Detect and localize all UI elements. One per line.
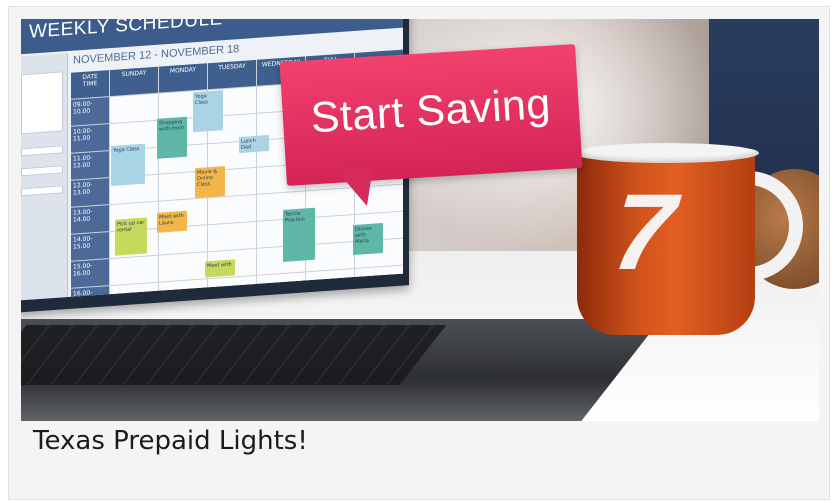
callout-tail [337,167,377,209]
time-slot: 12.00-13.00 [71,178,109,207]
schedule-event: Tennis Practice [283,207,315,262]
mug-number: 7 [607,171,681,292]
mini-calendar [21,71,63,135]
time-slot: 16.00-17.00 [71,286,109,301]
time-slot: 10.00-11.00 [71,124,109,153]
time-slot: 09.00-10.00 [71,97,109,126]
schedule-event: Meet with [205,259,235,278]
hero-image[interactable]: WEEKLY SCHEDULE NOVEMBER 12 - NOVEMBER 1… [21,19,819,421]
schedule-event: Pick up car rental [115,217,147,256]
schedule-event: Yoga Class [111,143,145,187]
schedule-event: Movie & Online Class [195,166,225,199]
sidebar-field [21,145,63,157]
sidebar-field [21,185,63,197]
time-slot: 15.00-16.00 [71,259,109,288]
schedule-event: Yoga Class [193,90,223,133]
keyboard-keys [21,325,447,385]
card-title[interactable]: Texas Prepaid Lights! [33,426,308,456]
grid-corner: DATE TIME [71,70,109,99]
schedule-event: Dinner with Maria [353,222,383,256]
day-header: SUNDAY [110,66,158,97]
schedule-event: Lunch Dad [239,134,269,154]
laptop-keyboard [21,319,661,421]
schedule-event: Shopping with mom [157,116,187,159]
day-header: TUESDAY [208,59,256,90]
day-header: MONDAY [159,63,207,93]
mug-rim [573,143,759,163]
callout-text: Start Saving [309,79,553,143]
sidebar-field [21,165,63,177]
schedule-sidebar [21,53,68,301]
schedule-event: Meet with Laura [157,210,187,233]
content-card[interactable]: WEEKLY SCHEDULE NOVEMBER 12 - NOVEMBER 1… [8,6,830,500]
time-slot: 13.00-14.00 [71,205,109,234]
time-slot: 11.00-12.00 [71,151,109,180]
start-saving-callout: Start Saving [279,44,583,186]
time-slot: 14.00-15.00 [71,232,109,261]
